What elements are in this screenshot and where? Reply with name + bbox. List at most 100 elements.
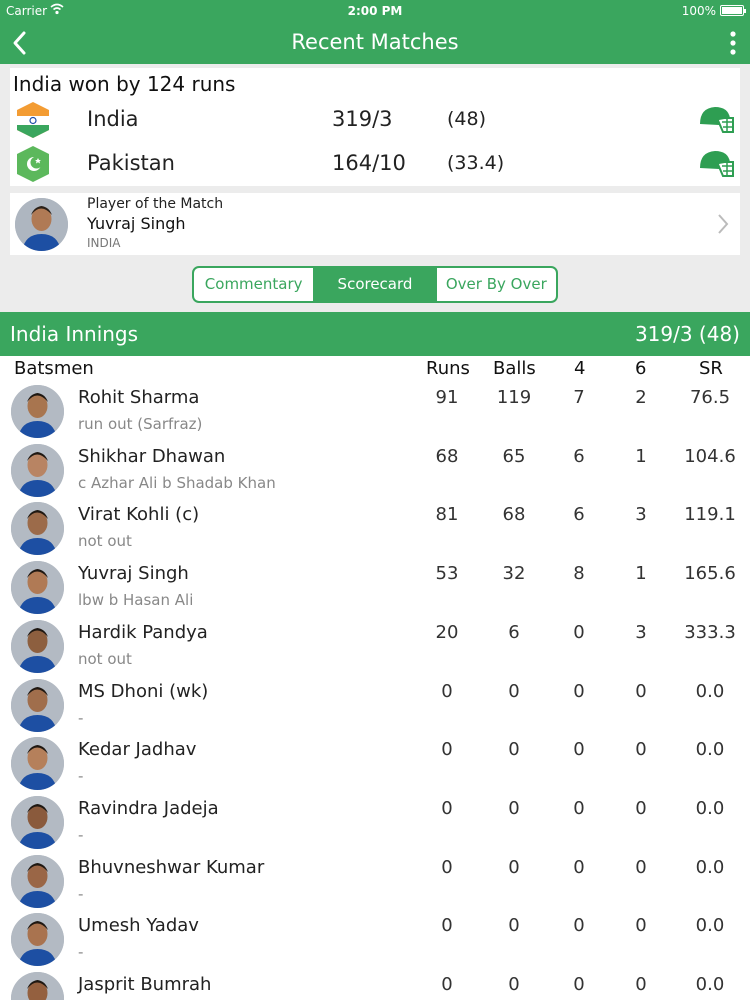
batsman-balls: 0 [508,915,520,937]
table-row[interactable]: Yuvraj Singh lbw b Hasan Ali 53 32 8 1 165.6 [0,557,750,616]
batsman-sixes: 1 [635,445,647,467]
batsman-runs: 68 [435,445,459,467]
batsman-name: Yuvraj Singh [78,563,189,585]
pom-country: INDIA [87,236,121,250]
batsman-fours: 0 [573,621,585,643]
tab-scorecard[interactable]: Scorecard [313,268,435,301]
cricket-helmet-icon [700,151,734,177]
table-row[interactable]: Virat Kohli (c) not out 81 68 6 3 119.1 [0,498,750,557]
batsman-sixes: 0 [635,856,647,878]
innings-score: 319/3 (48) [634,322,740,346]
match-result-card: India won by 124 runs India 319/3 (48) P… [10,68,740,186]
avatar [11,619,64,673]
batsman-balls: 65 [502,445,526,467]
team-score: 319/3 [332,107,393,131]
table-row[interactable]: Jasprit Bumrah 0 0 0 0 0.0 [0,968,750,1000]
header-fours: 4 [574,358,586,379]
batsman-dismissal: - [78,825,84,844]
player-of-match-card[interactable]: Player of the Match Yuvraj Singh INDIA [10,193,740,255]
more-vertical-icon[interactable] [730,30,736,56]
avatar [11,854,64,908]
avatar [11,385,64,438]
batsman-name: Rohit Sharma [78,387,200,408]
page-title: Recent Matches [291,30,459,54]
avatar [11,737,64,791]
batsman-fours: 0 [573,974,585,995]
batsman-strike-rate: 333.3 [684,621,736,643]
batsman-dismissal: - [78,943,84,962]
batsman-runs: 53 [435,563,459,585]
batsman-dismissal: - [78,708,84,727]
batsman-balls: 119 [496,387,532,408]
table-row[interactable]: Kedar Jadhav - 0 0 0 0 0.0 [0,733,750,792]
battery-percent: 100% [681,4,716,18]
table-row[interactable]: Bhuvneshwar Kumar - 0 0 0 0 0.0 [0,851,750,910]
batsman-dismissal: c Azhar Ali b Shadab Khan [78,473,276,492]
batsman-runs: 20 [435,621,459,643]
batsman-balls: 0 [508,680,520,702]
batsman-runs: 0 [441,974,453,995]
batsman-fours: 0 [573,856,585,878]
chevron-right-icon [718,214,729,234]
batsman-balls: 0 [508,797,520,819]
batsman-balls: 6 [508,621,520,643]
batsman-strike-rate: 0.0 [695,739,725,761]
batsman-name: Ravindra Jadeja [78,797,219,819]
batsman-name: Virat Kohli (c) [78,504,200,526]
batsman-name: Kedar Jadhav [78,739,197,761]
batsman-fours: 0 [573,915,585,937]
batsman-strike-rate: 165.6 [684,563,736,585]
team-score: 164/10 [332,151,406,175]
batsman-fours: 0 [573,680,585,702]
batsman-strike-rate: 0.0 [695,680,725,702]
tab-over-by-over[interactable]: Over By Over [434,268,556,301]
avatar [11,972,64,1000]
app-header: Carrier 2:00 PM 100% Recent Matches [0,0,750,64]
batsman-name: Umesh Yadav [78,915,199,937]
batsman-strike-rate: 0.0 [695,974,725,995]
team-row: Pakistan 164/10 (33.4) [10,142,740,186]
team-name: Pakistan [87,151,175,175]
batsman-fours: 6 [573,445,585,467]
batsman-strike-rate: 0.0 [695,915,725,937]
avatar [15,198,68,251]
avatar [11,502,64,556]
header-sr: SR [699,358,723,379]
batsman-dismissal: - [78,884,84,903]
batsman-balls: 0 [508,974,520,995]
avatar [11,795,64,849]
table-row[interactable]: Umesh Yadav - 0 0 0 0 0.0 [0,909,750,968]
batsman-sixes: 2 [635,387,647,408]
batsman-balls: 0 [508,856,520,878]
batsman-fours: 8 [573,563,585,585]
batsman-sixes: 3 [635,504,647,526]
batsman-sixes: 3 [635,621,647,643]
batsman-strike-rate: 0.0 [695,856,725,878]
batsman-fours: 0 [573,797,585,819]
table-row[interactable]: Shikhar Dhawan c Azhar Ali b Shadab Khan 6… [0,440,750,499]
batsman-runs: 0 [441,856,453,878]
header-balls: Balls [493,358,536,379]
batsman-balls: 0 [508,739,520,761]
innings-title: India Innings [10,322,139,346]
batsman-name: Jasprit Bumrah [78,974,212,995]
batsman-name: MS Dhoni (wk) [78,680,209,702]
avatar [11,443,64,497]
batsman-balls: 32 [502,563,526,585]
batsman-runs: 91 [435,387,459,408]
table-row[interactable]: MS Dhoni (wk) - 0 0 0 0 0.0 [0,675,750,734]
pom-player-name: Yuvraj Singh [87,214,186,233]
avatar [11,678,64,732]
batsman-balls: 68 [502,504,526,526]
batsman-sixes: 0 [635,680,647,702]
batsman-dismissal: run out (Sarfraz) [78,415,203,433]
status-bar: Carrier 2:00 PM 100% [0,0,750,22]
status-time: 2:00 PM [347,4,403,18]
table-row[interactable]: Ravindra Jadeja - 0 0 0 0 0.0 [0,792,750,851]
tab-commentary[interactable]: Commentary [194,268,313,301]
batsman-fours: 6 [573,504,585,526]
pakistan-flag-icon [17,146,49,182]
header-batsmen: Batsmen [14,358,94,379]
table-row[interactable]: Hardik Pandya not out 20 6 0 3 333.3 [0,616,750,675]
table-row[interactable]: Rohit Sharma run out (Sarfraz) 91 119 7 2 76.5 [0,381,750,440]
